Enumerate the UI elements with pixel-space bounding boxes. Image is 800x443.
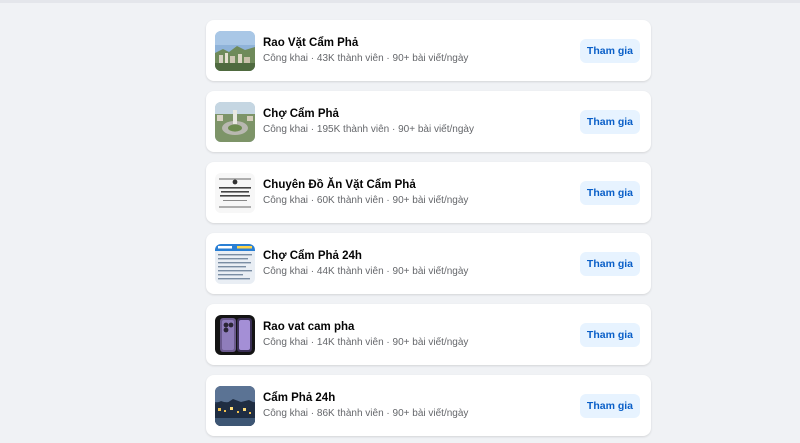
join-button[interactable]: Tham gia bbox=[579, 323, 640, 347]
group-name[interactable]: Chợ Cẩm Phả 24h bbox=[263, 250, 362, 262]
join-button[interactable]: Tham gia bbox=[579, 110, 640, 134]
join-button-label: Tham gia bbox=[586, 45, 633, 57]
group-card[interactable]: Cẩm Phả 24h Công khai · 86K thành viên ·… bbox=[206, 375, 651, 436]
city-skyline-thumbnail[interactable] bbox=[215, 31, 255, 71]
group-meta: Công khai · 86K thành viên · 90+ bài viế… bbox=[263, 408, 469, 419]
group-name[interactable]: Cẩm Phả 24h bbox=[263, 392, 335, 404]
group-meta: Công khai · 195K thành viên · 90+ bài vi… bbox=[263, 124, 474, 135]
roundabout-aerial-thumbnail[interactable] bbox=[215, 102, 255, 142]
group-card[interactable]: Chợ Cẩm Phả 24h Công khai · 44K thành vi… bbox=[206, 233, 651, 294]
group-meta: Công khai · 44K thành viên · 90+ bài viế… bbox=[263, 266, 469, 277]
group-name[interactable]: Rao Vặt Cẩm Phả bbox=[263, 37, 358, 49]
group-name[interactable]: Chuyên Đồ Ăn Vặt Cẩm Phả bbox=[263, 179, 416, 191]
join-button-label: Tham gia bbox=[586, 116, 633, 128]
join-button-label: Tham gia bbox=[586, 329, 633, 341]
group-meta: Công khai · 43K thành viên · 90+ bài viế… bbox=[263, 53, 469, 64]
join-button-label: Tham gia bbox=[586, 258, 633, 270]
city-night-thumbnail[interactable] bbox=[215, 386, 255, 426]
group-name[interactable]: Rao vat cam pha bbox=[263, 321, 354, 333]
join-button[interactable]: Tham gia bbox=[579, 181, 640, 205]
group-card[interactable]: Chuyên Đồ Ăn Vặt Cẩm Phả Công khai · 60K… bbox=[206, 162, 651, 223]
join-button-label: Tham gia bbox=[586, 187, 633, 199]
group-card[interactable]: Chợ Cẩm Phả Công khai · 195K thành viên … bbox=[206, 91, 651, 152]
group-meta: Công khai · 60K thành viên · 90+ bài viế… bbox=[263, 195, 469, 206]
group-card[interactable]: Rao Vặt Cẩm Phả Công khai · 43K thành vi… bbox=[206, 20, 651, 81]
group-meta: Công khai · 14K thành viên · 90+ bài viế… bbox=[263, 337, 469, 348]
join-button[interactable]: Tham gia bbox=[579, 252, 640, 276]
join-button[interactable]: Tham gia bbox=[579, 39, 640, 63]
smartphone-thumbnail[interactable] bbox=[215, 315, 255, 355]
group-card[interactable]: Rao vat cam pha Công khai · 14K thành vi… bbox=[206, 304, 651, 365]
join-button-label: Tham gia bbox=[586, 400, 633, 412]
group-name[interactable]: Chợ Cẩm Phả bbox=[263, 108, 339, 120]
document-thumbnail[interactable] bbox=[215, 244, 255, 284]
logo-text-thumbnail[interactable] bbox=[215, 173, 255, 213]
top-divider bbox=[0, 0, 800, 3]
join-button[interactable]: Tham gia bbox=[579, 394, 640, 418]
